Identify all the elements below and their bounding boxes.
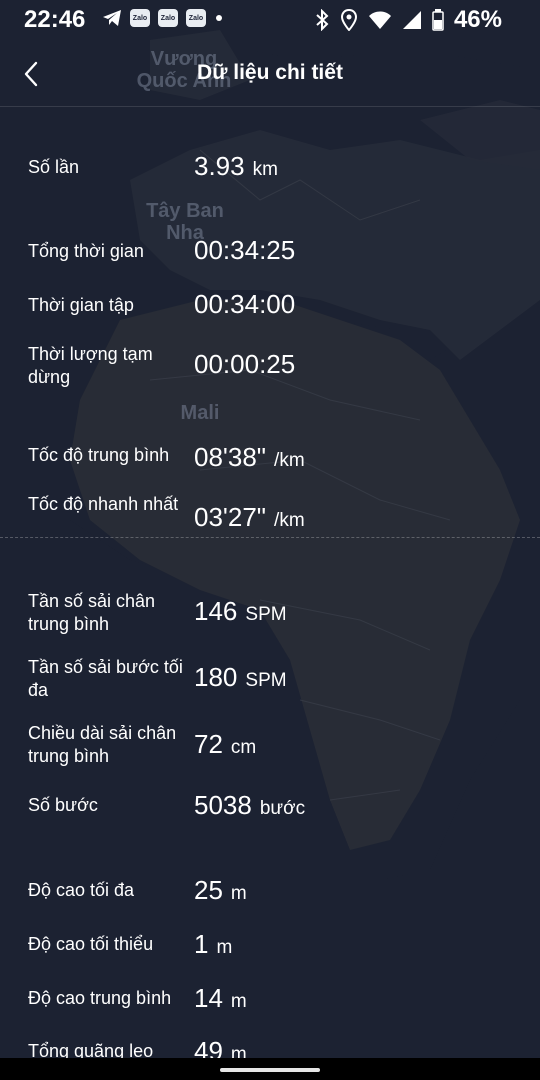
stat-value: 146 SPM: [194, 596, 287, 626]
stat-label: Số lần: [28, 157, 80, 177]
zalo-icon: Zalo: [130, 9, 150, 27]
stat-label: Thời lượng tạm dừng: [28, 344, 153, 387]
stat-label: Độ cao tối thiểu: [28, 934, 154, 954]
stat-label: Độ cao tối đa: [28, 880, 135, 900]
zalo-icon: Zalo: [158, 9, 178, 27]
stat-value: 00:34:00: [194, 289, 296, 319]
stat-value: 00:00:25: [194, 349, 296, 379]
location-icon: [340, 9, 357, 31]
battery-icon: [432, 9, 444, 31]
stat-label: Số bước: [28, 795, 98, 815]
notification-icons: Zalo Zalo Zalo: [102, 9, 224, 27]
stat-value: 03'27"/km: [194, 502, 305, 532]
status-time: 22:46: [24, 6, 86, 33]
stat-value: 08'38"/km: [194, 442, 305, 472]
bluetooth-icon: [316, 9, 329, 31]
stat-value: 14 m: [194, 983, 247, 1013]
stat-label: Độ cao trung bình: [28, 988, 172, 1008]
map-label-mali: Mali: [180, 402, 220, 424]
home-indicator[interactable]: [220, 1068, 320, 1072]
stat-label: Tần số sải bước tối đa: [28, 657, 183, 700]
stat-label: Tốc độ trung bình: [28, 445, 170, 465]
stat-label: Tốc độ nhanh nhất: [28, 494, 179, 514]
battery-percent: 46%: [453, 6, 502, 33]
map-divider-line: [0, 537, 540, 538]
wifi-icon: [368, 11, 391, 29]
page-header: Dữ liệu chi tiết: [0, 44, 540, 107]
stat-value: 1m: [194, 929, 233, 959]
stat-value: 5038 bước: [194, 790, 306, 820]
stat-label: Tổng thời gian: [28, 241, 144, 261]
stat-value: 180 SPM: [194, 662, 287, 692]
stat-value: 25 m: [194, 875, 247, 905]
zalo-icon: Zalo: [186, 9, 206, 27]
signal-icon: [402, 11, 421, 29]
stat-label: Chiều dài sải chân trung bình: [28, 723, 177, 766]
stat-value: 72 cm: [194, 729, 257, 759]
stat-label: Tần số sải chân trung bình: [28, 591, 156, 634]
stat-value: 00:34:25: [194, 235, 296, 265]
system-icons: 46%: [314, 6, 502, 34]
dot-icon: [216, 15, 222, 21]
stat-label: Thời gian tập: [28, 295, 134, 315]
status-bar: 22:46 Zalo Zalo Zalo 46%: [0, 0, 540, 40]
page-title: Dữ liệu chi tiết: [197, 61, 343, 84]
stat-value: 3.93 km: [194, 151, 278, 181]
telegram-icon: [103, 10, 121, 26]
